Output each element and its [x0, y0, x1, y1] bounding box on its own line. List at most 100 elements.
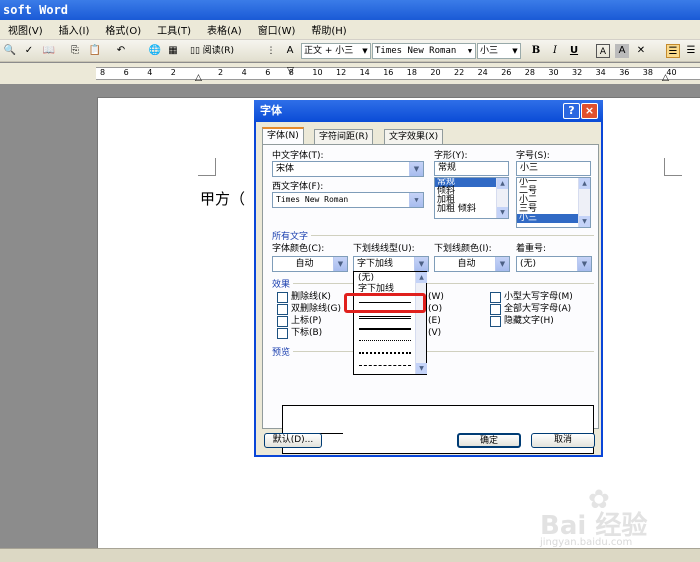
ruler-label: 4: [147, 68, 153, 77]
table-icon[interactable]: ▦: [166, 44, 180, 58]
horizontal-ruler[interactable]: 8 6 4 2 2 4 6 8 10 12 14 16 18 20 22 24 26 28 30 32 34 36 38 40…: [0, 63, 700, 84]
research-icon[interactable]: 📖: [42, 44, 56, 58]
size-list[interactable]: 小一 二号 小二 三号 小三 ▲ ▼: [516, 177, 591, 228]
size-input[interactable]: 小三: [516, 161, 591, 176]
default-button[interactable]: 默认(D)...: [264, 433, 322, 448]
scroll-up-icon[interactable]: ▲: [497, 178, 508, 189]
chevron-down-icon: ▼: [409, 162, 423, 176]
underline-button[interactable]: U: [567, 44, 581, 58]
style-list[interactable]: 常规 倾斜 加粗 加粗 倾斜 ▲ ▼: [434, 177, 509, 219]
char-border-button[interactable]: A: [596, 44, 610, 58]
emphasis-select[interactable]: (无) ▼: [516, 256, 592, 272]
hidden-text-checkbox[interactable]: 隐藏文字(H): [490, 316, 554, 327]
dropdown-item-none[interactable]: (无): [354, 273, 414, 283]
underline-dashed-option[interactable]: [359, 365, 411, 366]
cancel-button[interactable]: 取消: [531, 433, 595, 448]
underline-heavy-dotted-option[interactable]: [359, 352, 411, 354]
menu-insert[interactable]: 插入(I): [51, 22, 98, 37]
scrollbar[interactable]: ▲ ▼: [578, 178, 590, 227]
font-color-select[interactable]: 自动 ▼: [272, 256, 348, 272]
underline-thick-option[interactable]: [359, 328, 411, 330]
app-title-bar: soft Word: [0, 0, 700, 20]
hanging-indent-icon[interactable]: △: [195, 73, 202, 83]
engrave-checkbox-label[interactable]: (V): [428, 328, 441, 339]
outline-checkbox-label[interactable]: (O): [428, 304, 442, 315]
italic-button[interactable]: I: [548, 44, 562, 58]
align-distributed-icon[interactable]: ☰: [684, 44, 698, 58]
first-line-indent-icon[interactable]: ▽: [287, 66, 294, 76]
watermark-url: jingyan.baidu.com: [540, 537, 633, 548]
cn-font-label: 中文字体(T):: [272, 151, 324, 161]
margin-corner-mark: [664, 158, 682, 176]
ruler-label: 32: [572, 68, 583, 77]
ruler-label: 22: [454, 68, 465, 77]
spelling-icon[interactable]: ✓: [22, 44, 36, 58]
west-font-label: 西文字体(F):: [272, 182, 324, 192]
subscript-checkbox[interactable]: 下标(B): [277, 328, 322, 339]
dialog-title-bar: 字体 ? ×: [254, 100, 603, 122]
font-combo[interactable]: Times New Roman ▼: [372, 43, 476, 59]
underline-color-select[interactable]: 自动 ▼: [434, 256, 510, 272]
superscript-checkbox[interactable]: 上标(P): [277, 316, 321, 327]
strikethrough-checkbox[interactable]: 删除线(K): [277, 292, 331, 303]
style-combo[interactable]: 正文 + 小三 ▼: [301, 43, 371, 59]
copy-icon[interactable]: ⎘: [68, 44, 82, 58]
chevron-down-icon: ▼: [414, 257, 428, 271]
chevron-down-icon: ▼: [512, 47, 518, 55]
scroll-up-icon[interactable]: ▲: [579, 178, 590, 189]
align-justify-icon[interactable]: ☰: [666, 44, 680, 58]
chevron-down-icon: ▼: [577, 257, 591, 271]
paste-icon[interactable]: 📋: [88, 44, 102, 58]
margin-corner-mark: [198, 158, 216, 176]
west-font-select[interactable]: Times New Roman ▼: [272, 192, 424, 208]
font-size-combo[interactable]: 小三 ▼: [477, 43, 521, 59]
scroll-down-icon[interactable]: ▼: [579, 216, 590, 227]
tab-font[interactable]: 字体(N): [262, 127, 304, 145]
styles-icon[interactable]: A: [283, 44, 297, 58]
scroll-up-icon[interactable]: ▲: [416, 272, 427, 283]
ruler-label: 34: [595, 68, 606, 77]
tab-effects[interactable]: 文字效果(X): [384, 129, 444, 145]
menu-format[interactable]: 格式(O): [97, 22, 149, 37]
print-preview-icon[interactable]: 🔍: [3, 44, 17, 58]
underline-dotted-option[interactable]: [359, 340, 411, 341]
undo-icon[interactable]: ↶: [114, 44, 128, 58]
hyperlink-icon[interactable]: 🌐: [148, 44, 162, 58]
divider: [293, 351, 594, 352]
menu-window[interactable]: 窗口(W): [250, 22, 304, 37]
watermark: ✿ Bai 经验 jingyan.baidu.com: [540, 485, 690, 555]
scrollbar[interactable]: ▲ ▼: [496, 178, 508, 218]
scroll-down-icon[interactable]: ▼: [497, 207, 508, 218]
highlight-box: [344, 293, 426, 313]
cn-font-select[interactable]: 宋体 ▼: [272, 161, 424, 177]
read-mode-button[interactable]: ▯▯ 阅读(R): [190, 43, 234, 59]
menu-bar: 视图(V) 插入(I) 格式(O) 工具(T) 表格(A) 窗口(W) 帮助(H…: [0, 20, 700, 40]
underline-style-select[interactable]: 字下加线 ▼: [353, 256, 429, 272]
small-caps-checkbox[interactable]: 小型大写字母(M): [490, 292, 573, 303]
emboss-checkbox-label[interactable]: (E): [428, 316, 441, 327]
underline-style-dropdown[interactable]: (无) 字下加线 ▲ ▼: [353, 271, 427, 375]
all-caps-checkbox[interactable]: 全部大写字母(A): [490, 304, 571, 315]
style-label: 字形(Y):: [434, 151, 468, 161]
style-input[interactable]: 常规: [434, 161, 509, 176]
double-strike-checkbox[interactable]: 双删除线(G): [277, 304, 341, 315]
document-text[interactable]: 甲方（: [200, 188, 245, 209]
right-indent-icon[interactable]: △: [662, 73, 669, 83]
underline-double-option[interactable]: [359, 316, 411, 319]
menu-tools[interactable]: 工具(T): [149, 22, 199, 37]
dropdown-scrollbar[interactable]: ▲ ▼: [415, 272, 427, 374]
menu-view[interactable]: 视图(V): [0, 22, 51, 37]
tab-spacing[interactable]: 字符间距(R): [314, 129, 374, 145]
chevron-down-icon: ▼: [467, 47, 473, 55]
ok-button[interactable]: 确定: [457, 433, 521, 448]
ruler-label: 2: [170, 68, 176, 77]
close-button[interactable]: ×: [581, 103, 598, 119]
phonetic-guide-icon[interactable]: ✕: [634, 44, 648, 58]
char-shading-icon[interactable]: A: [615, 44, 629, 58]
shadow-checkbox-label[interactable]: (W): [428, 292, 444, 303]
bold-button[interactable]: B: [529, 44, 543, 58]
menu-help[interactable]: 帮助(H): [303, 22, 354, 37]
menu-table[interactable]: 表格(A): [199, 22, 250, 37]
scroll-down-icon[interactable]: ▼: [416, 363, 427, 374]
help-button[interactable]: ?: [563, 103, 580, 119]
